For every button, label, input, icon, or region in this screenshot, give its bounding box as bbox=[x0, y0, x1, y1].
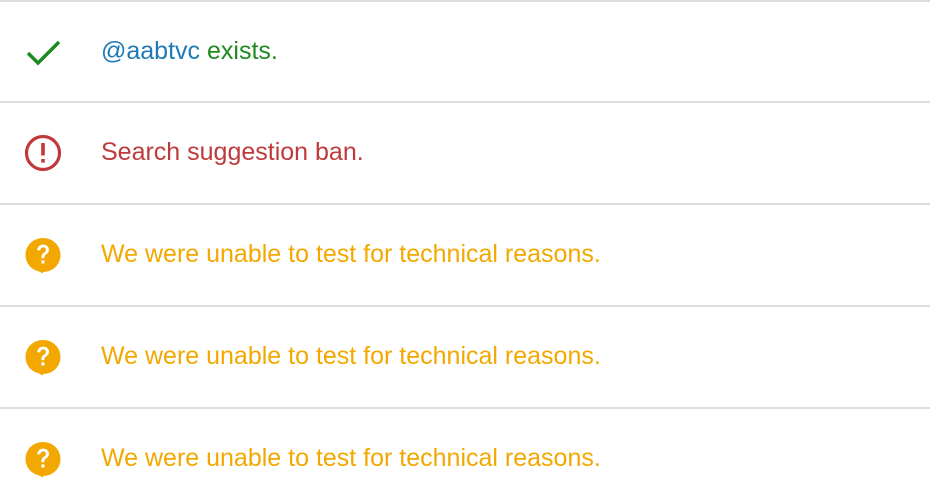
results-list: @aabtvc exists. Search suggestion ban. W… bbox=[0, 0, 930, 500]
result-message: @aabtvc exists. bbox=[101, 2, 278, 100]
check-icon bbox=[26, 40, 61, 66]
account-handle-link[interactable]: @aabtvc bbox=[101, 37, 200, 65]
result-message: Search suggestion ban. bbox=[101, 138, 364, 166]
result-row-test-unavailable: We were unable to test for technical rea… bbox=[0, 203, 930, 305]
result-row-test-unavailable: We were unable to test for technical rea… bbox=[0, 305, 930, 407]
result-row-exists: @aabtvc exists. bbox=[0, 0, 930, 102]
alert-circle-icon bbox=[24, 134, 62, 172]
result-row-test-unavailable: We were unable to test for technical rea… bbox=[0, 407, 930, 500]
result-message: We were unable to test for technical rea… bbox=[101, 444, 601, 472]
question-bubble-icon bbox=[25, 442, 61, 478]
result-message: We were unable to test for technical rea… bbox=[101, 342, 601, 370]
question-bubble-icon bbox=[25, 340, 61, 376]
result-message: We were unable to test for technical rea… bbox=[101, 240, 601, 268]
result-row-search-suggestion-ban: Search suggestion ban. bbox=[0, 101, 930, 203]
exists-status-text: exists. bbox=[200, 37, 278, 65]
question-bubble-icon bbox=[25, 238, 61, 274]
